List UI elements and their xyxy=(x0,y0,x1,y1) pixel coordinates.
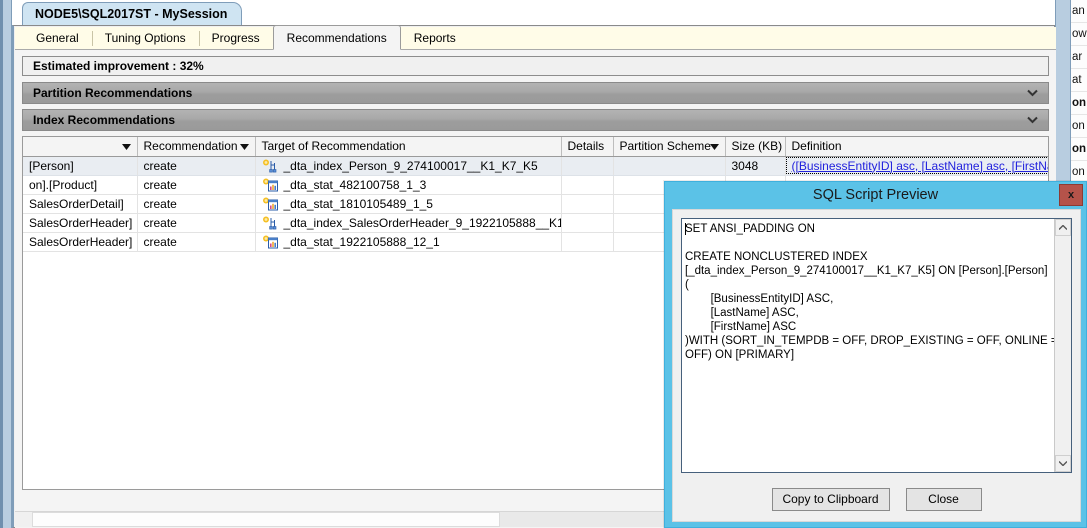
column-header-database-table[interactable] xyxy=(23,137,138,157)
cell-database-table: on].[Product] xyxy=(23,175,138,195)
column-label: Recommendation xyxy=(143,139,238,154)
scrollbar-thumb[interactable] xyxy=(32,512,500,527)
document-tab-session[interactable]: NODE5\SQL2017ST - MySession xyxy=(22,2,243,26)
tab-recommendations[interactable]: Recommendations xyxy=(272,25,401,50)
index-icon xyxy=(262,159,278,173)
cell-database-table: SalesOrderHeader] xyxy=(23,232,138,252)
cell-details xyxy=(561,232,614,252)
scrollbar-left-corner xyxy=(15,512,32,527)
cell-details xyxy=(561,194,614,214)
cell-partition-scheme xyxy=(613,156,726,176)
background-list-item: an xyxy=(1071,0,1087,23)
dialog-title-bar[interactable]: SQL Script Preview x xyxy=(665,182,1086,208)
cell-target: _dta_stat_1922105888_12_1 xyxy=(255,232,562,252)
table-row[interactable]: [Person] create _dta_index_Person_9_2741… xyxy=(23,156,1049,176)
dialog-body: SET ANSI_PADDING ON CREATE NONCLUSTERED … xyxy=(672,209,1081,522)
index-icon xyxy=(262,216,278,230)
sql-script-preview-dialog: SQL Script Preview x SET ANSI_PADDING ON… xyxy=(664,181,1087,528)
document-tab-strip: NODE5\SQL2017ST - MySession xyxy=(12,0,1055,26)
cell-target: _dta_index_SalesOrderHeader_9_1922105888… xyxy=(255,213,562,233)
cell-target: _dta_stat_1810105489_1_5 xyxy=(255,194,562,214)
dialog-title: SQL Script Preview xyxy=(812,187,939,203)
column-label: Size (KB) xyxy=(731,139,783,154)
filter-dropdown-icon[interactable] xyxy=(239,139,249,153)
background-list-item: on xyxy=(1071,115,1087,138)
section-title: Index Recommendations xyxy=(33,113,176,127)
copy-to-clipboard-button[interactable]: Copy to Clipboard xyxy=(771,488,890,511)
tab-general[interactable]: General xyxy=(23,27,92,50)
cell-definition[interactable]: ([BusinessEntityID] asc, [LastName] asc,… xyxy=(785,156,1049,176)
cell-recommendation: create xyxy=(137,194,256,214)
app-root: an ow ar at on on on on on NODE5\SQL2017… xyxy=(0,0,1087,528)
chevron-down-icon[interactable] xyxy=(1027,83,1038,104)
dialog-button-row: Copy to Clipboard Close xyxy=(681,488,1072,511)
column-header-details[interactable]: Details xyxy=(561,137,614,157)
tab-tuning-options[interactable]: Tuning Options xyxy=(91,27,199,50)
table-header-row: Recommendation Target of Recommendation … xyxy=(23,137,1048,157)
cell-recommendation: create xyxy=(137,175,256,195)
target-label: _dta_stat_482100758_1_3 xyxy=(283,177,427,192)
window-frame-left xyxy=(0,0,12,528)
definition-link[interactable]: ([BusinessEntityID] asc, [LastName] asc,… xyxy=(792,159,1049,173)
section-index-recommendations[interactable]: Index Recommendations xyxy=(22,109,1049,131)
cell-database-table: SalesOrderHeader] xyxy=(23,213,138,233)
background-list-item: on xyxy=(1071,138,1087,161)
column-label: Details xyxy=(567,139,605,154)
estimated-improvement: Estimated improvement : 32% xyxy=(22,56,1049,76)
background-list-item: ow xyxy=(1071,23,1087,46)
column-header-target[interactable]: Target of Recommendation xyxy=(255,137,562,157)
scroll-up-icon[interactable] xyxy=(1055,219,1071,236)
background-list-item: at xyxy=(1071,69,1087,92)
cell-recommendation: create xyxy=(137,156,256,176)
column-label: Target of Recommendation xyxy=(261,139,406,154)
tab-reports[interactable]: Reports xyxy=(401,27,469,50)
column-header-size-kb[interactable]: Size (KB) xyxy=(725,137,786,157)
sql-script-textarea[interactable]: SET ANSI_PADDING ON CREATE NONCLUSTERED … xyxy=(681,218,1072,473)
tab-bar: General Tuning Options Progress Recommen… xyxy=(15,25,1056,50)
tab-progress[interactable]: Progress xyxy=(198,27,273,50)
background-list-item: ar xyxy=(1071,46,1087,69)
statistics-icon xyxy=(262,197,278,211)
filter-dropdown-icon[interactable] xyxy=(121,139,131,153)
close-icon[interactable]: x xyxy=(1059,184,1083,206)
target-label: _dta_index_Person_9_274100017__K1_K7_K5 xyxy=(283,158,538,173)
background-list-item: on xyxy=(1071,92,1087,115)
cell-target: _dta_index_Person_9_274100017__K1_K7_K5 xyxy=(255,156,562,176)
cell-database-table: [Person] xyxy=(23,156,138,176)
target-label: _dta_index_SalesOrderHeader_9_1922105888… xyxy=(283,215,561,230)
cell-target: _dta_stat_482100758_1_3 xyxy=(255,175,562,195)
cell-database-table: SalesOrderDetail] xyxy=(23,194,138,214)
cell-size-kb: 3048 xyxy=(725,156,786,176)
cell-details xyxy=(561,213,614,233)
cell-recommendation: create xyxy=(137,232,256,252)
target-label: _dta_stat_1810105489_1_5 xyxy=(283,196,433,211)
column-header-partition-scheme[interactable]: Partition Scheme xyxy=(613,137,726,157)
sql-script-text[interactable]: SET ANSI_PADDING ON CREATE NONCLUSTERED … xyxy=(682,219,1054,472)
cell-details xyxy=(561,156,614,176)
column-header-recommendation[interactable]: Recommendation xyxy=(137,137,256,157)
column-label: Partition Scheme xyxy=(619,139,711,154)
close-button[interactable]: Close xyxy=(905,488,982,511)
statistics-icon xyxy=(262,235,278,249)
cell-details xyxy=(561,175,614,195)
section-title: Partition Recommendations xyxy=(33,86,193,100)
chevron-down-icon[interactable] xyxy=(1027,110,1038,131)
statistics-icon xyxy=(262,178,278,192)
vertical-scrollbar[interactable] xyxy=(1054,219,1071,472)
filter-dropdown-icon[interactable] xyxy=(709,139,719,153)
scroll-down-icon[interactable] xyxy=(1055,455,1071,472)
column-label: Definition xyxy=(791,139,842,154)
cell-recommendation: create xyxy=(137,213,256,233)
target-label: _dta_stat_1922105888_12_1 xyxy=(283,234,440,249)
column-header-definition[interactable]: Definition xyxy=(785,137,1048,157)
section-partition-recommendations[interactable]: Partition Recommendations xyxy=(22,82,1049,104)
